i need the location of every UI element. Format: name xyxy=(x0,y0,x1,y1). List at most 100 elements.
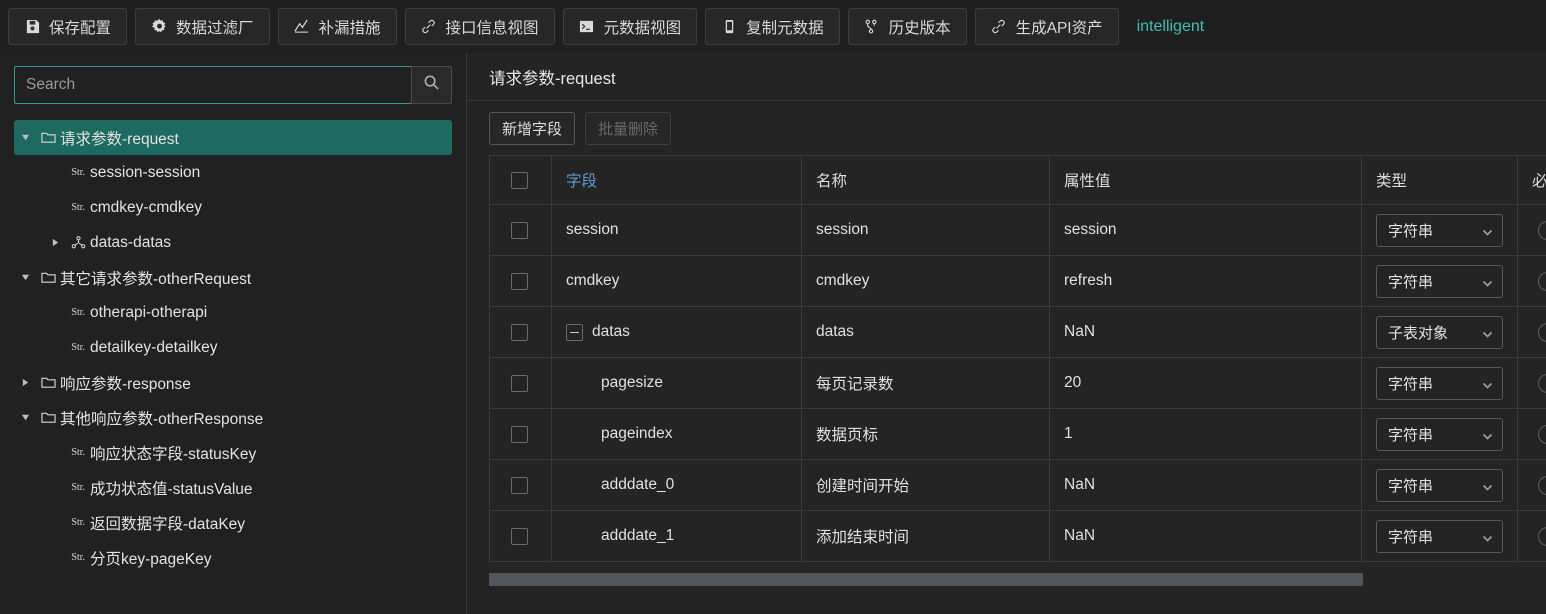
type-select[interactable]: 子表对象 xyxy=(1376,315,1503,349)
cell-field: pagesize xyxy=(551,357,802,409)
required-toggle[interactable] xyxy=(1538,271,1546,291)
required-toggle[interactable] xyxy=(1538,526,1546,546)
toolbar-button-data-filter[interactable]: 数据过滤厂 xyxy=(135,8,270,45)
field-name-text: cmdkey xyxy=(566,272,620,289)
required-toggle[interactable] xyxy=(1538,373,1546,393)
cell-required xyxy=(1517,459,1546,511)
chevron-down-icon xyxy=(1482,480,1493,491)
chevron-down-icon xyxy=(1482,276,1493,287)
tree-node[interactable]: 其他响应参数-otherResponse xyxy=(14,400,452,435)
search-input[interactable] xyxy=(14,66,411,104)
sidebar-panel: 请求参数-request Str. session-session Str. cmdke… xyxy=(0,53,467,614)
table-row: pagesize 每页记录数 20 字符串 xyxy=(489,357,1546,409)
toolbar-button-label: 历史版本 xyxy=(888,19,951,37)
add-field-button[interactable]: 新增字段 xyxy=(489,111,576,145)
type-select[interactable]: 字符串 xyxy=(1376,417,1503,451)
required-toggle[interactable] xyxy=(1538,424,1546,444)
tree-node[interactable]: 其它请求参数-otherRequest xyxy=(14,260,452,295)
type-select[interactable]: 字符串 xyxy=(1376,213,1503,247)
tree-node[interactable]: Str. otherapi-otherapi xyxy=(44,295,452,330)
chevron-right-icon[interactable] xyxy=(14,378,36,387)
scrollbar-thumb[interactable] xyxy=(489,573,1363,586)
table-row: session session session 字符串 xyxy=(489,204,1546,256)
row-checkbox[interactable] xyxy=(511,527,528,545)
cell-type: 字符串 xyxy=(1361,408,1518,460)
header-field[interactable]: 字段 xyxy=(551,155,802,205)
chevron-down-icon[interactable] xyxy=(14,133,36,142)
chevron-down-icon[interactable] xyxy=(14,413,36,422)
tree-node[interactable]: 请求参数-request xyxy=(14,120,452,155)
tree-node-label: 成功状态值-statusValue xyxy=(90,480,253,498)
toolbar-button-label: 复制元数据 xyxy=(746,19,824,37)
type-select[interactable]: 字符串 xyxy=(1376,264,1503,298)
string-type-icon: Str. xyxy=(71,167,85,178)
tree-node[interactable]: datas-datas xyxy=(44,225,452,260)
table-row: adddate_1 添加结束时间 NaN 字符串 xyxy=(489,510,1546,562)
tree-node[interactable]: Str. 返回数据字段-dataKey xyxy=(44,505,452,540)
cell-field: pageindex xyxy=(551,408,802,460)
chevron-down-icon xyxy=(1482,327,1493,338)
collapse-row-icon[interactable] xyxy=(566,323,583,341)
tree-node[interactable]: Str. 分页key-pageKey xyxy=(44,540,452,575)
row-select-cell xyxy=(489,459,552,511)
tree-node[interactable]: Str. session-session xyxy=(44,155,452,190)
row-checkbox[interactable] xyxy=(511,221,528,239)
toolbar-button-label: 接口信息视图 xyxy=(445,19,539,37)
toolbar-button-interface-info-view[interactable]: 接口信息视图 xyxy=(404,8,555,45)
cell-attr-value: NaN xyxy=(1049,459,1362,511)
batch-delete-button[interactable]: 批量删除 xyxy=(585,111,672,145)
select-all-checkbox[interactable] xyxy=(511,171,528,189)
row-checkbox[interactable] xyxy=(511,374,528,392)
required-toggle[interactable] xyxy=(1538,475,1546,495)
cell-type: 字符串 xyxy=(1361,204,1518,256)
horizontal-scrollbar[interactable] xyxy=(489,573,1546,586)
required-toggle[interactable] xyxy=(1538,220,1546,240)
toolbar-link-intelligent[interactable]: intelligent xyxy=(1127,18,1215,36)
type-select-value: 字符串 xyxy=(1388,375,1434,393)
body-split: 请求参数-request Str. session-session Str. cmdke… xyxy=(0,53,1546,614)
type-select-value: 字符串 xyxy=(1388,222,1434,240)
row-checkbox[interactable] xyxy=(511,272,528,290)
type-select-value: 字符串 xyxy=(1388,426,1434,444)
cell-field: cmdkey xyxy=(551,255,802,307)
row-select-cell xyxy=(489,408,552,460)
type-select-value: 子表对象 xyxy=(1388,324,1449,342)
row-select-cell xyxy=(489,204,552,256)
chevron-down-icon xyxy=(1482,531,1493,542)
tree-node[interactable]: Str. 响应状态字段-statusKey xyxy=(44,435,452,470)
chevron-down-icon[interactable] xyxy=(14,273,36,282)
tree-node[interactable]: Str. 成功状态值-statusValue xyxy=(44,470,452,505)
tree-node[interactable]: Str. cmdkey-cmdkey xyxy=(44,190,452,225)
string-type-icon: Str. xyxy=(71,552,85,563)
type-select[interactable]: 字符串 xyxy=(1376,519,1503,553)
toolbar-button-history-version[interactable]: 历史版本 xyxy=(847,8,967,45)
type-select[interactable]: 字符串 xyxy=(1376,468,1503,502)
row-checkbox[interactable] xyxy=(511,425,528,443)
tree-node[interactable]: Str. detailkey-detailkey xyxy=(44,330,452,365)
cell-name: 数据页标 xyxy=(801,408,1050,460)
required-toggle[interactable] xyxy=(1538,322,1546,342)
toolbar-button-copy-metadata[interactable]: 复制元数据 xyxy=(705,8,840,45)
string-type-icon: Str. xyxy=(71,447,85,458)
cell-required xyxy=(1517,255,1546,307)
search-button[interactable] xyxy=(411,66,452,104)
tree-node-label: 分页key-pageKey xyxy=(90,550,212,568)
row-checkbox[interactable] xyxy=(511,476,528,494)
cell-attr-value: refresh xyxy=(1049,255,1362,307)
cell-field: session xyxy=(551,204,802,256)
link-icon xyxy=(991,19,1007,35)
string-type-icon: Str. xyxy=(71,482,85,493)
toolbar-button-patch-measures[interactable]: 补漏措施 xyxy=(277,8,397,45)
type-select-value: 字符串 xyxy=(1388,273,1434,291)
tree-node[interactable]: 响应参数-response xyxy=(14,365,452,400)
string-type-icon: Str. xyxy=(71,517,85,528)
toolbar-button-generate-api-asset[interactable]: 生成API资产 xyxy=(974,8,1119,45)
chevron-right-icon[interactable] xyxy=(44,238,66,247)
toolbar-button-save-config[interactable]: 保存配置 xyxy=(8,8,128,45)
toolbar-button-metadata-view[interactable]: 元数据视图 xyxy=(562,8,698,45)
field-name-text: adddate_0 xyxy=(601,476,675,493)
branch-icon xyxy=(864,19,880,35)
row-checkbox[interactable] xyxy=(511,323,528,341)
type-select[interactable]: 字符串 xyxy=(1376,366,1503,400)
cell-name: 创建时间开始 xyxy=(801,459,1050,511)
